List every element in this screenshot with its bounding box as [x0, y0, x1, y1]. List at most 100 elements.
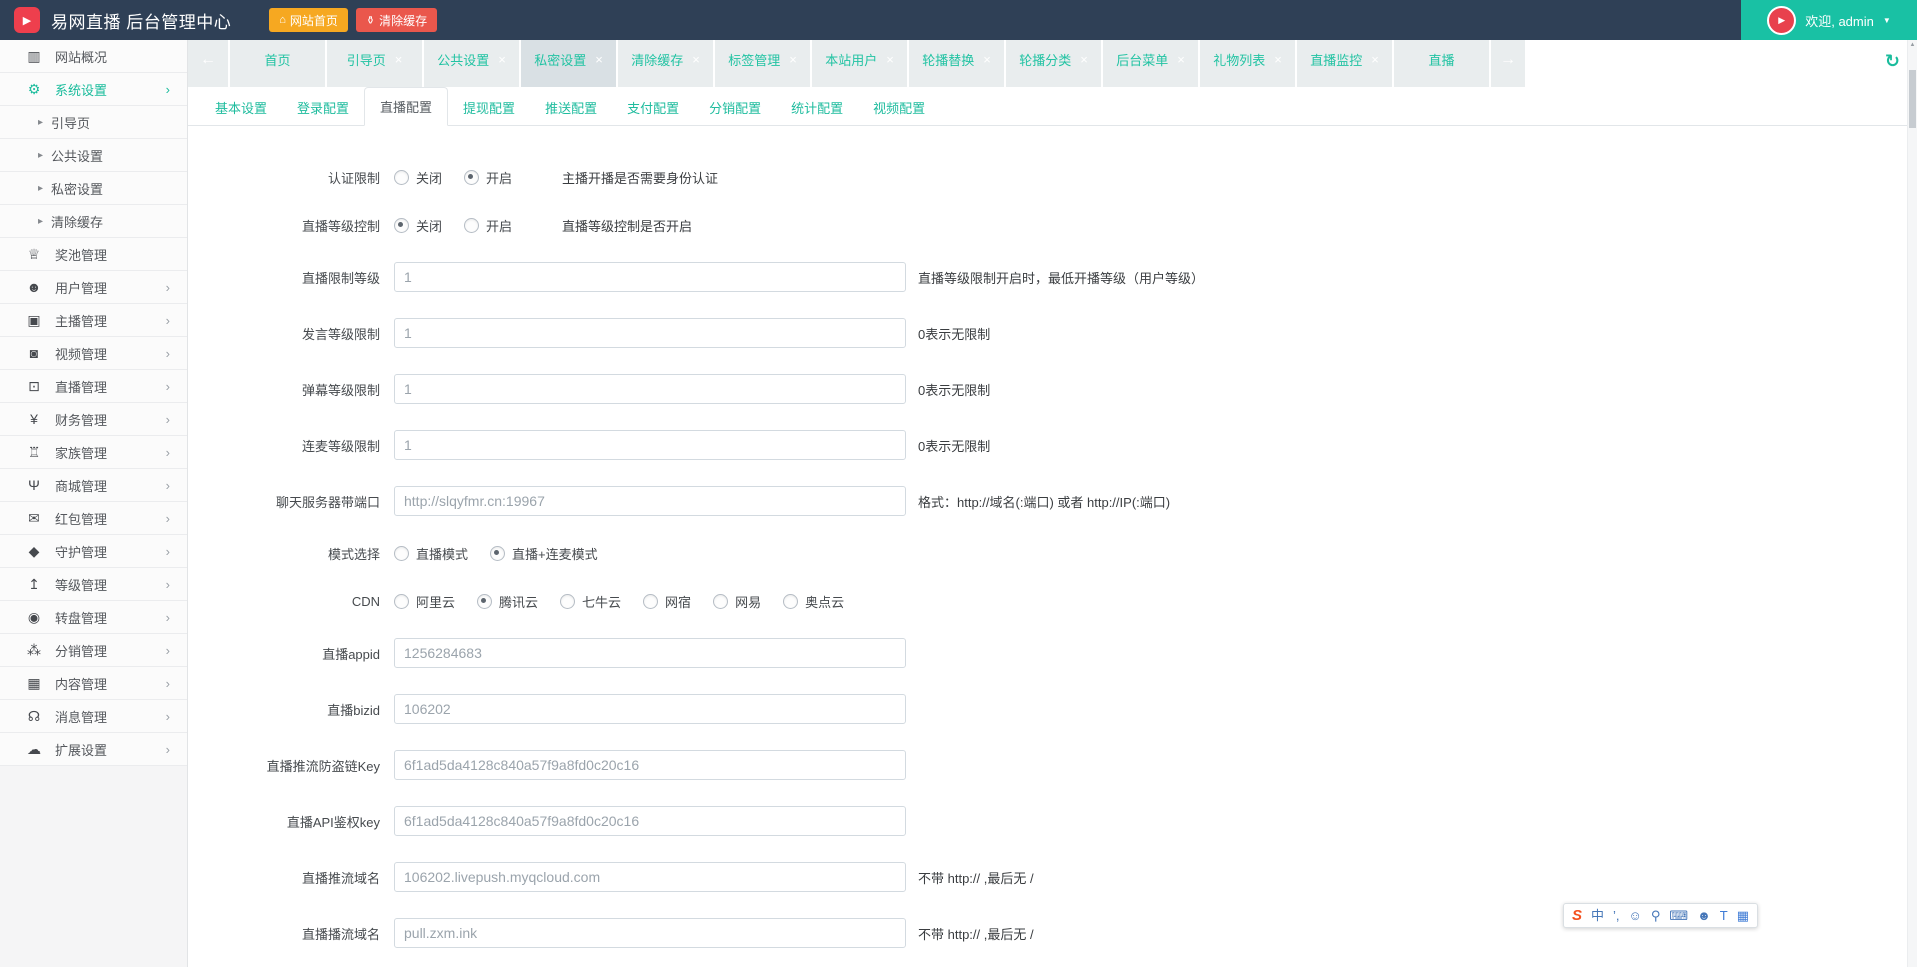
close-icon[interactable]: ×: [1371, 52, 1379, 67]
subtab[interactable]: 登录配置: [282, 89, 364, 126]
page-tab[interactable]: 轮播分类 ×: [1006, 40, 1101, 87]
radio-option[interactable]: 直播+连麦模式: [490, 544, 598, 563]
field-input[interactable]: [394, 486, 906, 516]
chevron-right-icon: ›: [165, 576, 170, 592]
page-tab[interactable]: 标签管理 ×: [715, 40, 810, 87]
clear-cache-button[interactable]: ⚱ 清除缓存: [355, 8, 438, 32]
field-input[interactable]: [394, 262, 906, 292]
sidebar-item[interactable]: ⚙ 系统设置 ›: [0, 73, 187, 106]
sidebar-item[interactable]: ♖ 家族管理 ›: [0, 436, 187, 469]
sogou-logo-icon[interactable]: S: [1572, 908, 1582, 923]
scrollbar-thumb[interactable]: [1909, 70, 1916, 128]
page-tab[interactable]: 礼物列表 ×: [1200, 40, 1295, 87]
page-tab[interactable]: 公共设置 ×: [424, 40, 519, 87]
sidebar-item[interactable]: ♕ 奖池管理: [0, 238, 187, 271]
toolbox-icon[interactable]: ▦: [1737, 909, 1749, 922]
close-icon[interactable]: ×: [395, 52, 403, 67]
subtab[interactable]: 统计配置: [776, 89, 858, 126]
field-label: 发言等级限制: [301, 326, 380, 342]
close-icon[interactable]: ×: [1177, 52, 1185, 67]
field-input[interactable]: [394, 374, 906, 404]
radio-option[interactable]: 关闭: [394, 216, 442, 235]
field-input[interactable]: [394, 638, 906, 668]
radio-option[interactable]: 开启: [464, 216, 512, 235]
sidebar-item[interactable]: ↥ 等级管理 ›: [0, 568, 187, 601]
page-tab[interactable]: 本站用户 ×: [812, 40, 907, 87]
radio-option[interactable]: 阿里云: [394, 592, 455, 611]
close-icon[interactable]: ×: [692, 52, 700, 67]
page-tab[interactable]: 私密设置 ×: [521, 40, 616, 87]
field-input[interactable]: [394, 430, 906, 460]
radio-option[interactable]: 网易: [713, 592, 761, 611]
close-icon[interactable]: ×: [789, 52, 797, 67]
radio-option[interactable]: 开启: [464, 168, 512, 187]
subtab[interactable]: 分销配置: [694, 89, 776, 126]
tab-scroll-right-button[interactable]: →: [1491, 40, 1525, 87]
page-tab[interactable]: 直播监控 ×: [1297, 40, 1392, 87]
sidebar-subitem[interactable]: ▸ 清除缓存: [0, 205, 187, 238]
radio-option[interactable]: 七牛云: [560, 592, 621, 611]
subtab[interactable]: 基本设置: [200, 89, 282, 126]
sidebar-item[interactable]: ☁ 扩展设置 ›: [0, 733, 187, 766]
sidebar-item[interactable]: ◆ 守护管理 ›: [0, 535, 187, 568]
close-icon[interactable]: ×: [983, 52, 991, 67]
sidebar-item[interactable]: ◉ 转盘管理 ›: [0, 601, 187, 634]
page-tab[interactable]: 清除缓存 ×: [618, 40, 713, 87]
user-menu[interactable]: ▶ 欢迎, admin ▼: [1741, 0, 1917, 40]
radio-option[interactable]: 网宿: [643, 592, 691, 611]
chevron-right-icon: ›: [165, 477, 170, 493]
field-input[interactable]: [394, 750, 906, 780]
subtab[interactable]: 推送配置: [530, 89, 612, 126]
sidebar-item[interactable]: ▥ 网站概况: [0, 40, 187, 73]
sidebar-item[interactable]: ⊡ 直播管理 ›: [0, 370, 187, 403]
handwriting-icon[interactable]: ☻: [1697, 909, 1711, 922]
page-tab-label: 礼物列表: [1213, 53, 1266, 68]
close-icon[interactable]: ×: [886, 52, 894, 67]
field-input[interactable]: [394, 918, 906, 948]
sidebar-item[interactable]: ☻ 用户管理 ›: [0, 271, 187, 304]
sidebar-item[interactable]: ▣ 主播管理 ›: [0, 304, 187, 337]
close-icon[interactable]: ×: [1274, 52, 1282, 67]
keyboard-icon[interactable]: ⌨: [1669, 909, 1688, 922]
field-input[interactable]: [394, 694, 906, 724]
close-icon[interactable]: ×: [1080, 52, 1088, 67]
subtab[interactable]: 视频配置: [858, 89, 940, 126]
emoji-icon[interactable]: ☺: [1629, 909, 1642, 922]
site-home-button[interactable]: ⌂ 网站首页: [269, 8, 348, 32]
sidebar-item[interactable]: ▦ 内容管理 ›: [0, 667, 187, 700]
skin-icon[interactable]: T: [1720, 909, 1728, 922]
sidebar-subitem[interactable]: ▸ 引导页: [0, 106, 187, 139]
sidebar-item[interactable]: ◙ 视频管理 ›: [0, 337, 187, 370]
mic-icon[interactable]: ⚲: [1651, 909, 1661, 922]
sidebar-item[interactable]: ☊ 消息管理 ›: [0, 700, 187, 733]
sidebar-item[interactable]: ¥ 财务管理 ›: [0, 403, 187, 436]
scroll-up-icon[interactable]: ▲: [1908, 42, 1917, 48]
page-tab[interactable]: 首页: [230, 40, 325, 87]
page-tab[interactable]: 引导页 ×: [327, 40, 422, 87]
subtab[interactable]: 支付配置: [612, 89, 694, 126]
close-icon[interactable]: ×: [595, 52, 603, 67]
close-icon[interactable]: ×: [498, 52, 506, 67]
field-input[interactable]: [394, 318, 906, 348]
refresh-button[interactable]: ↻: [1885, 40, 1900, 82]
sidebar-item[interactable]: Ψ 商城管理 ›: [0, 469, 187, 502]
field-label: 直播appid: [322, 646, 380, 662]
chinese-mode-icon[interactable]: 中: [1591, 909, 1604, 922]
sidebar-item[interactable]: ✉ 红包管理 ›: [0, 502, 187, 535]
sidebar-item[interactable]: ⁂ 分销管理 ›: [0, 634, 187, 667]
subtab[interactable]: 提现配置: [448, 89, 530, 126]
radio-option[interactable]: 奥点云: [783, 592, 844, 611]
subtab[interactable]: 直播配置: [364, 87, 449, 126]
page-tab[interactable]: 轮播替换 ×: [909, 40, 1004, 87]
sidebar-subitem[interactable]: ▸ 私密设置: [0, 172, 187, 205]
radio-option[interactable]: 关闭: [394, 168, 442, 187]
field-input[interactable]: [394, 862, 906, 892]
page-tab[interactable]: 后台菜单 ×: [1103, 40, 1198, 87]
field-input[interactable]: [394, 806, 906, 836]
punctuation-icon[interactable]: ’,: [1613, 909, 1620, 922]
tab-scroll-left-button[interactable]: ←: [188, 40, 228, 87]
page-tab[interactable]: 直播: [1394, 40, 1489, 87]
radio-option[interactable]: 腾讯云: [477, 592, 538, 611]
radio-option[interactable]: 直播模式: [394, 544, 468, 563]
sidebar-subitem[interactable]: ▸ 公共设置: [0, 139, 187, 172]
